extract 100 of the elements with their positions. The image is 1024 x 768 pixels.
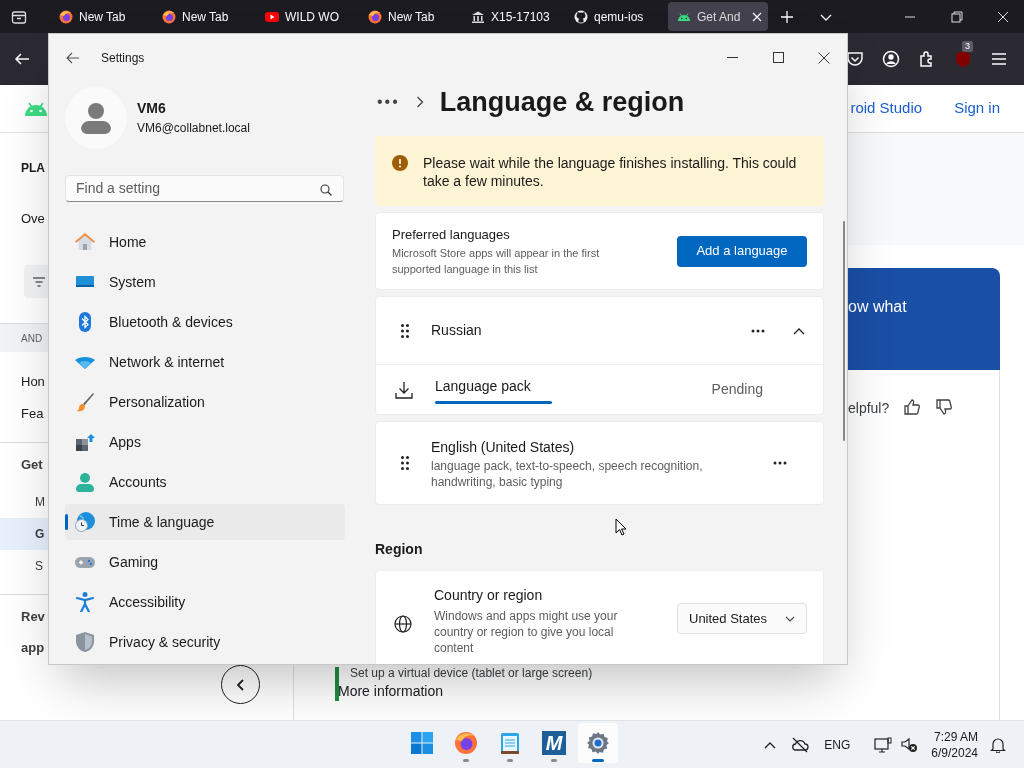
nav-link[interactable]: S <box>0 550 48 582</box>
selection-indicator <box>65 514 68 530</box>
nav-link[interactable]: Hon <box>0 366 48 398</box>
more-options-icon[interactable] <box>751 328 765 333</box>
globe-clock-icon <box>75 512 95 532</box>
browser-tab[interactable]: X15-17103 <box>462 2 562 31</box>
house-icon <box>75 232 95 252</box>
nav-item[interactable]: Accounts <box>65 464 345 500</box>
accent-bar <box>335 667 339 701</box>
notification-badge: 3 <box>962 41 973 52</box>
clock-date[interactable]: 6/9/2024 <box>931 744 978 761</box>
nav-item[interactable]: Time & language <box>65 504 345 540</box>
status-text: Pending <box>711 380 763 399</box>
cloud-off-icon[interactable] <box>791 736 810 753</box>
running-indicator <box>463 759 469 762</box>
header-link[interactable]: roid Studio <box>850 97 923 120</box>
nav-link[interactable]: PLA <box>0 133 48 203</box>
speaker-muted-icon[interactable] <box>900 736 919 753</box>
more-options-icon[interactable] <box>773 461 787 465</box>
search-field[interactable]: Find a setting <box>65 174 344 202</box>
card-title: Preferred languages <box>392 226 511 245</box>
browser-tab[interactable]: New Tab <box>50 2 150 31</box>
person-icon <box>81 101 111 134</box>
user-email: VM6@collabnet.local <box>137 120 250 138</box>
warning-icon <box>392 155 408 171</box>
nav-item[interactable]: Network & internet <box>65 344 345 380</box>
language-features: language pack, text-to-speech, speech recognition, handwriting, basic typing <box>431 457 704 490</box>
page-title: Language & region <box>439 85 685 119</box>
nav-item[interactable]: Privacy & security <box>65 624 345 660</box>
browser-tab[interactable]: Get And <box>668 2 768 31</box>
nav-link[interactable]: Fea <box>0 398 48 430</box>
scrollbar[interactable] <box>843 221 845 441</box>
cursor-icon <box>615 518 627 536</box>
running-indicator <box>551 759 557 762</box>
add-language-button[interactable]: Add a language <box>677 235 807 267</box>
menu-icon[interactable] <box>990 50 1008 68</box>
more-information-link[interactable]: More information <box>338 681 593 701</box>
chevron-up-icon[interactable] <box>793 326 805 335</box>
browser-tab[interactable]: New Tab <box>153 2 253 31</box>
app-logo-icon: M <box>542 731 566 755</box>
tab-list-icon[interactable] <box>11 8 27 25</box>
window-title: Settings <box>101 49 145 67</box>
chevron-right-icon <box>415 96 424 108</box>
browser-logo-icon <box>368 9 382 24</box>
filter-button[interactable] <box>24 265 48 298</box>
taskbar-app[interactable] <box>578 723 618 763</box>
thumbs-down-icon[interactable] <box>935 398 954 416</box>
taskbar-app[interactable]: M <box>534 723 574 763</box>
drag-handle-icon[interactable] <box>401 323 409 338</box>
browser-tab[interactable]: New Tab <box>359 2 459 31</box>
step-text: Set up a virtual device (tablet or large screen) <box>350 666 593 681</box>
card-description: Microsoft Store apps will appear in the first supported language in this list <box>392 245 601 277</box>
feedback-question: elpful? <box>848 399 890 418</box>
shield-icon <box>75 632 95 652</box>
apps-icon <box>75 432 95 452</box>
browser-tab[interactable]: qemu-ios <box>565 2 665 31</box>
nav-link[interactable]: app <box>0 638 48 658</box>
nav-item[interactable]: System <box>65 264 345 300</box>
browser-tab[interactable]: WILD WO <box>256 2 356 31</box>
chevron-left-icon <box>235 678 246 691</box>
pocket-icon[interactable] <box>846 50 864 68</box>
search-icon[interactable] <box>320 183 332 196</box>
nav-item[interactable]: Home <box>65 224 345 260</box>
notepad-icon <box>498 731 522 755</box>
back-arrow-icon[interactable] <box>66 50 80 65</box>
nav-item[interactable]: Bluetooth & devices <box>65 304 345 340</box>
chevron-up-icon[interactable] <box>764 740 777 749</box>
header-link[interactable]: Sign in <box>954 97 1000 120</box>
gear-icon <box>586 731 610 755</box>
nav-item[interactable]: Personalization <box>65 384 345 420</box>
restore-icon[interactable] <box>951 10 963 23</box>
nav-item[interactable]: Gaming <box>65 544 345 580</box>
bell-icon[interactable] <box>990 736 1006 753</box>
account-icon[interactable] <box>882 50 900 68</box>
language-indicator[interactable]: ENG <box>824 735 851 754</box>
back-arrow-icon[interactable] <box>14 51 30 67</box>
nav-item[interactable]: Accessibility <box>65 584 345 620</box>
feature-name: Language pack <box>435 376 532 396</box>
close-icon[interactable] <box>818 51 830 64</box>
filter-icon <box>33 276 45 287</box>
nav-link[interactable]: Ove <box>0 203 48 235</box>
language-name: Russian <box>431 321 482 340</box>
language-name: English (United States) <box>431 437 576 457</box>
nav-item[interactable]: Apps <box>65 424 345 460</box>
chevron-down-icon <box>785 615 795 622</box>
nav-link[interactable]: G <box>0 518 48 550</box>
brush-icon <box>75 392 95 412</box>
clock-time[interactable]: 7:29 AM <box>933 728 978 745</box>
country-dropdown[interactable]: United States <box>677 603 807 634</box>
nav-link[interactable]: M <box>0 486 48 518</box>
card-description: Windows and apps might use your country or region to give you local content <box>434 608 619 656</box>
thumbs-up-icon[interactable] <box>903 398 922 416</box>
maximize-icon[interactable] <box>773 52 784 63</box>
running-indicator <box>592 759 604 762</box>
windows-logo-icon <box>410 731 434 755</box>
breadcrumb-more[interactable]: ••• <box>377 90 400 114</box>
nav-link[interactable]: AND <box>0 323 48 352</box>
new-tab-icon[interactable] <box>780 9 794 24</box>
monitor-icon[interactable] <box>874 736 893 753</box>
drag-handle-icon[interactable] <box>401 456 409 470</box>
